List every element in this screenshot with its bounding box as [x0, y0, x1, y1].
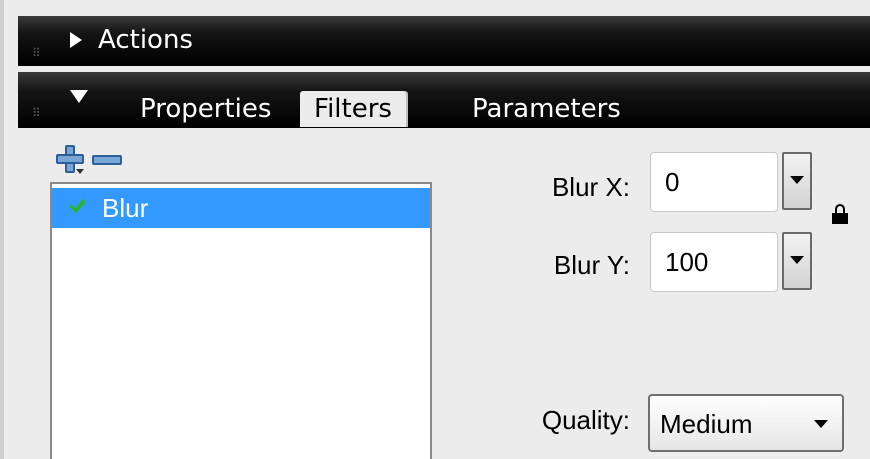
panel-frame: ⠿ Actions ⠿ Properties Filters Parameter…	[0, 0, 870, 459]
unlock-icon[interactable]	[832, 204, 848, 224]
filter-list[interactable]: Blur	[50, 182, 432, 459]
dropdown-arrow-icon	[76, 169, 84, 174]
expand-arrow-icon[interactable]	[70, 32, 82, 48]
blur-y-label: Blur Y:	[553, 250, 630, 280]
blur-y-slider-button[interactable]	[782, 232, 812, 290]
tab-properties[interactable]: Properties	[126, 91, 285, 127]
blur-x-input[interactable]: 0	[650, 152, 778, 212]
tab-parameters[interactable]: Parameters	[458, 91, 635, 127]
plus-icon-bar	[56, 154, 84, 164]
list-item[interactable]: Blur	[52, 188, 430, 228]
blur-x-label: Blur X:	[551, 172, 630, 202]
actions-panel-header[interactable]: ⠿ Actions	[18, 16, 870, 66]
blur-x-slider-button[interactable]	[782, 152, 812, 210]
collapse-arrow-icon[interactable]	[70, 90, 88, 103]
actions-panel-title: Actions	[98, 25, 193, 55]
quality-value: Medium	[660, 409, 753, 439]
chevron-down-icon	[790, 176, 804, 184]
properties-panel-header: ⠿ Properties Filters Parameters	[18, 72, 870, 128]
filter-item-label: Blur	[102, 193, 149, 223]
lock-body	[832, 213, 848, 224]
blur-y-input[interactable]: 100	[650, 232, 778, 292]
chevron-down-icon	[790, 256, 804, 264]
quality-label: Quality:	[541, 405, 630, 435]
remove-filter-button[interactable]	[92, 155, 122, 165]
grip-icon[interactable]: ⠿	[32, 106, 41, 120]
check-icon[interactable]	[66, 196, 90, 220]
quality-select[interactable]: Medium	[648, 394, 844, 452]
add-filter-button[interactable]	[56, 145, 84, 174]
grip-icon[interactable]: ⠿	[32, 46, 41, 60]
tab-filters[interactable]: Filters	[300, 91, 406, 127]
chevron-down-icon	[814, 420, 828, 428]
